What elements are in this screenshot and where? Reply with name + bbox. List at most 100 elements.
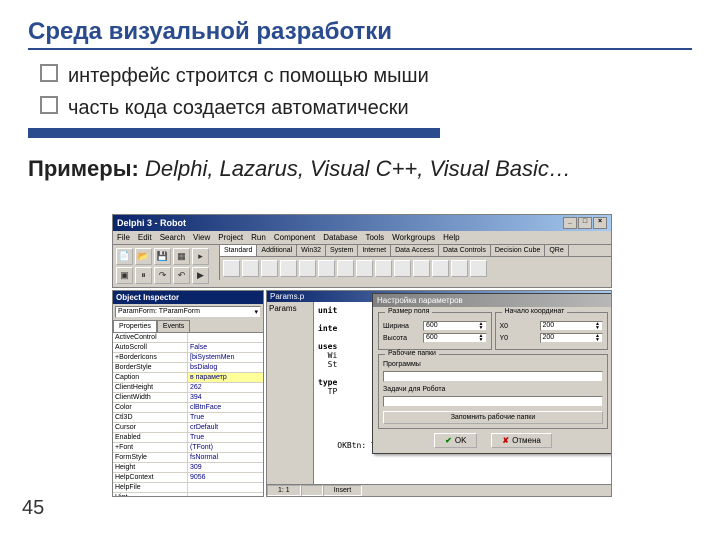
progs-input[interactable] [383, 371, 603, 382]
component-icon[interactable] [394, 260, 411, 277]
minimize-icon[interactable]: _ [563, 217, 577, 229]
property-value[interactable]: clBtnFace [188, 403, 263, 412]
tool-button[interactable]: 💾 [154, 248, 171, 265]
remember-button[interactable]: Запомнить рабочие папки [383, 411, 603, 424]
inspector-tab-events[interactable]: Events [157, 320, 190, 332]
property-value[interactable] [188, 483, 263, 492]
property-row[interactable]: BorderStylebsDialog [113, 363, 263, 373]
property-row[interactable]: EnabledTrue [113, 433, 263, 443]
component-icon[interactable] [299, 260, 316, 277]
tool-button[interactable]: ▣ [116, 267, 133, 284]
property-row[interactable]: AutoScrollFalse [113, 343, 263, 353]
x0-input[interactable]: 200▲▼ [540, 321, 604, 331]
tool-button[interactable]: 📄 [116, 248, 133, 265]
spinner-icon[interactable]: ▲▼ [595, 322, 600, 330]
tool-button[interactable]: ↷ [154, 267, 171, 284]
property-value[interactable]: в параметр [188, 373, 263, 382]
menu-item[interactable]: Edit [138, 233, 152, 242]
tool-button[interactable]: ↶ [173, 267, 190, 284]
palette-tab[interactable]: Additional [257, 245, 297, 256]
property-value[interactable]: (TFont) [188, 443, 263, 452]
property-value[interactable]: 9056 [188, 473, 263, 482]
menu-item[interactable]: Help [443, 233, 459, 242]
property-value[interactable]: [biSystemMen [188, 353, 263, 362]
component-icon[interactable] [432, 260, 449, 277]
component-icon[interactable] [318, 260, 335, 277]
property-value[interactable]: False [188, 343, 263, 352]
property-row[interactable]: HelpContext9056 [113, 473, 263, 483]
maximize-icon[interactable]: □ [578, 217, 592, 229]
menu-item[interactable]: Project [218, 233, 243, 242]
property-row[interactable]: ColorclBtnFace [113, 403, 263, 413]
inspector-tab-properties[interactable]: Properties [113, 320, 157, 332]
property-value[interactable]: 394 [188, 393, 263, 402]
height-input[interactable]: 600▲▼ [423, 333, 487, 343]
tool-button[interactable]: 📂 [135, 248, 152, 265]
cancel-button[interactable]: ✘Отмена [491, 433, 551, 448]
close-icon[interactable]: × [593, 217, 607, 229]
property-row[interactable]: Ctl3DTrue [113, 413, 263, 423]
palette-tab[interactable]: Internet [358, 245, 391, 256]
width-input[interactable]: 600▲▼ [423, 321, 487, 331]
menu-bar[interactable]: File Edit Search View Project Run Compon… [113, 231, 611, 245]
palette-tab[interactable]: Decision Cube [491, 245, 546, 256]
palette-tab[interactable]: Data Access [391, 245, 439, 256]
palette-tab[interactable]: Data Controls [439, 245, 491, 256]
property-row[interactable]: Captionв параметр [113, 373, 263, 383]
y0-input[interactable]: 200▲▼ [540, 333, 604, 343]
tool-button[interactable]: ▸ [192, 248, 209, 265]
property-grid[interactable]: ActiveControlAutoScrollFalse+BorderIcons… [113, 332, 263, 496]
property-value[interactable] [188, 493, 263, 496]
menu-item[interactable]: Component [274, 233, 315, 242]
component-icon[interactable] [470, 260, 487, 277]
menu-item[interactable]: Workgroups [392, 233, 435, 242]
menu-item[interactable]: Database [323, 233, 357, 242]
spinner-icon[interactable]: ▲▼ [479, 322, 484, 330]
property-value[interactable]: 262 [188, 383, 263, 392]
tool-button[interactable]: ▶ [192, 267, 209, 284]
tool-button[interactable]: ▦ [173, 248, 190, 265]
menu-item[interactable]: Tools [365, 233, 384, 242]
property-row[interactable]: Height309 [113, 463, 263, 473]
property-row[interactable]: FormStylefsNormal [113, 453, 263, 463]
menu-item[interactable]: View [193, 233, 210, 242]
property-row[interactable]: +Font(TFont) [113, 443, 263, 453]
property-row[interactable]: ActiveControl [113, 333, 263, 343]
palette-tab[interactable]: Win32 [297, 245, 326, 256]
palette-tab[interactable]: System [326, 245, 358, 256]
component-icon[interactable] [223, 260, 240, 277]
tool-button[interactable]: ⏸ [135, 267, 152, 284]
property-value[interactable]: bsDialog [188, 363, 263, 372]
property-value[interactable] [188, 333, 263, 342]
property-value[interactable]: True [188, 413, 263, 422]
property-row[interactable]: ClientWidth394 [113, 393, 263, 403]
spinner-icon[interactable]: ▲▼ [479, 334, 484, 342]
palette-tab[interactable]: Standard [220, 245, 257, 256]
spinner-icon[interactable]: ▲▼ [595, 334, 600, 342]
property-row[interactable]: Hint [113, 493, 263, 496]
property-row[interactable]: +BorderIcons[biSystemMen [113, 353, 263, 363]
component-icon[interactable] [451, 260, 468, 277]
component-icon[interactable] [261, 260, 278, 277]
property-value[interactable]: fsNormal [188, 453, 263, 462]
menu-item[interactable]: File [117, 233, 130, 242]
ok-button[interactable]: ✔OK [434, 433, 477, 448]
menu-item[interactable]: Search [160, 233, 185, 242]
palette-tab[interactable]: QRe [545, 245, 568, 256]
property-row[interactable]: CursorcrDefault [113, 423, 263, 433]
property-row[interactable]: HelpFile [113, 483, 263, 493]
component-icon[interactable] [375, 260, 392, 277]
property-value[interactable]: True [188, 433, 263, 442]
component-icon[interactable] [280, 260, 297, 277]
component-icon[interactable] [337, 260, 354, 277]
inspector-combo[interactable]: ParamForm: TParamForm▾ [115, 306, 261, 318]
component-icon[interactable] [242, 260, 259, 277]
component-icon[interactable] [356, 260, 373, 277]
component-icon[interactable] [413, 260, 430, 277]
property-value[interactable]: crDefault [188, 423, 263, 432]
unit-list[interactable]: Params [267, 302, 314, 484]
property-row[interactable]: ClientHeight262 [113, 383, 263, 393]
tasks-input[interactable] [383, 396, 603, 407]
property-value[interactable]: 309 [188, 463, 263, 472]
menu-item[interactable]: Run [251, 233, 266, 242]
